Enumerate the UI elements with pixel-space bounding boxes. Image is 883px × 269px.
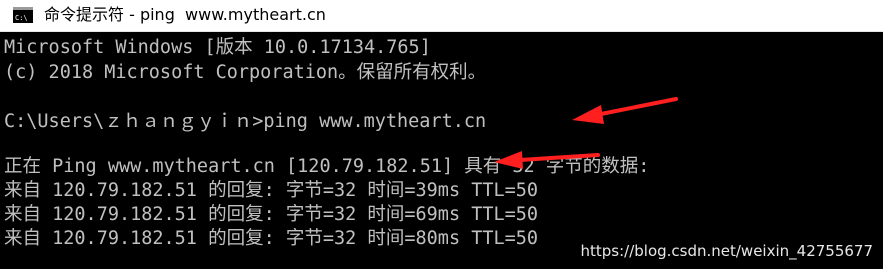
svg-text:C:\: C:\ [15,14,28,21]
ping-reply-line: 来自 120.79.182.51 的回复: 字节=32 时间=69ms TTL=… [4,204,539,225]
command-prompt-window: C:\ 命令提示符 - ping www.mytheart.cn Microso… [0,0,883,269]
ping-header-line: 正在 Ping www.mytheart.cn [120.79.182.51] … [4,156,650,177]
ping-reply-line: 来自 120.79.182.51 的回复: 字节=32 时间=80ms TTL=… [4,228,539,249]
ping-reply-line: 来自 120.79.182.51 的回复: 字节=32 时间=39ms TTL=… [4,180,539,201]
console-line: Microsoft Windows [版本 10.0.17134.765] [4,37,431,58]
title-bar[interactable]: C:\ 命令提示符 - ping www.mytheart.cn [0,0,883,32]
console-output[interactable]: Microsoft Windows [版本 10.0.17134.765] (c… [0,32,883,269]
window-title: 命令提示符 - ping www.mytheart.cn [44,5,326,24]
console-prompt-line: C:\Users\ｚｈａｎｇｙｉｎ>ping www.mytheart.cn [4,111,487,132]
cmd-icon: C:\ [13,7,33,23]
console-line: (c) 2018 Microsoft Corporation。保留所有权利。 [4,62,487,83]
watermark-text: https://blog.csdn.net/weixin_42755677 [580,242,873,260]
